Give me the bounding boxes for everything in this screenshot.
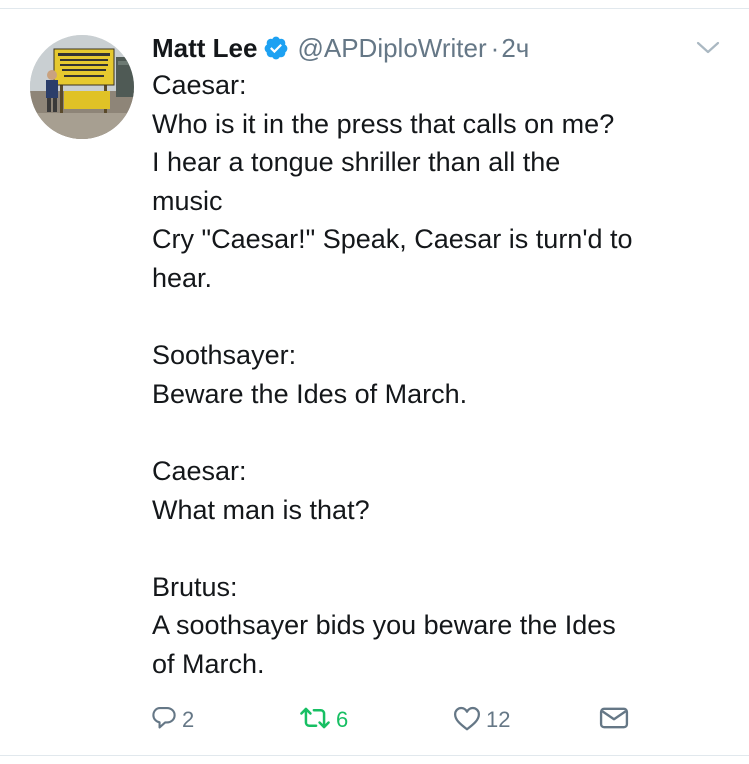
tweet-text-line: music: [152, 185, 223, 216]
tweet-actions: 2 6 12: [150, 700, 650, 740]
timestamp[interactable]: 2ч: [501, 33, 529, 64]
verified-badge-icon: [263, 35, 289, 61]
author-display-name[interactable]: Matt Lee: [152, 33, 257, 64]
tweet-text-line: Brutus:: [152, 571, 238, 602]
tweet-text-line: A soothsayer bids you beware the Ides: [152, 610, 616, 641]
reply-icon: [150, 704, 178, 737]
like-button[interactable]: 12: [452, 700, 510, 740]
tweet-text-line: hear.: [152, 262, 213, 293]
retweet-count: 6: [336, 707, 349, 732]
tweet-text: Caesar: Who is it in the press that call…: [152, 66, 732, 684]
separator-dot: ·: [490, 32, 500, 63]
like-count: 12: [486, 707, 511, 732]
avatar[interactable]: [30, 35, 134, 139]
tweet-text-line: Soothsayer:: [152, 340, 297, 371]
retweet-icon: [298, 704, 332, 737]
tweet-text-line: [152, 298, 732, 337]
tweet-text-line: Caesar:: [152, 455, 247, 486]
tweet-text-line: of March.: [152, 648, 265, 679]
tweet-text-line: [152, 413, 732, 452]
tweet-text-line: Beware the Ides of March.: [152, 378, 468, 409]
retweet-button[interactable]: 6: [298, 700, 348, 740]
envelope-icon: [598, 704, 630, 737]
chevron-down-icon[interactable]: [694, 36, 722, 58]
heart-icon: [452, 704, 482, 737]
tweet-text-line: I hear a tongue shriller than all the: [152, 147, 561, 178]
tweet-text-line: What man is that?: [152, 494, 370, 525]
reply-button[interactable]: 2: [150, 700, 194, 740]
tweet-text-line: [152, 529, 732, 568]
bottom-divider: [0, 755, 749, 756]
tweet-text-line: Caesar:: [152, 70, 247, 100]
tweet-text-line: Who is it in the press that calls on me?: [152, 108, 615, 139]
tweet-header: Matt Lee @APDiploWriter · 2ч: [152, 28, 529, 68]
direct-message-button[interactable]: [598, 700, 630, 740]
author-handle[interactable]: @APDiploWriter: [297, 33, 486, 64]
reply-count: 2: [182, 707, 195, 732]
tweet-text-line: Cry "Caesar!" Speak, Caesar is turn'd to: [152, 224, 633, 255]
top-divider: [0, 8, 749, 9]
